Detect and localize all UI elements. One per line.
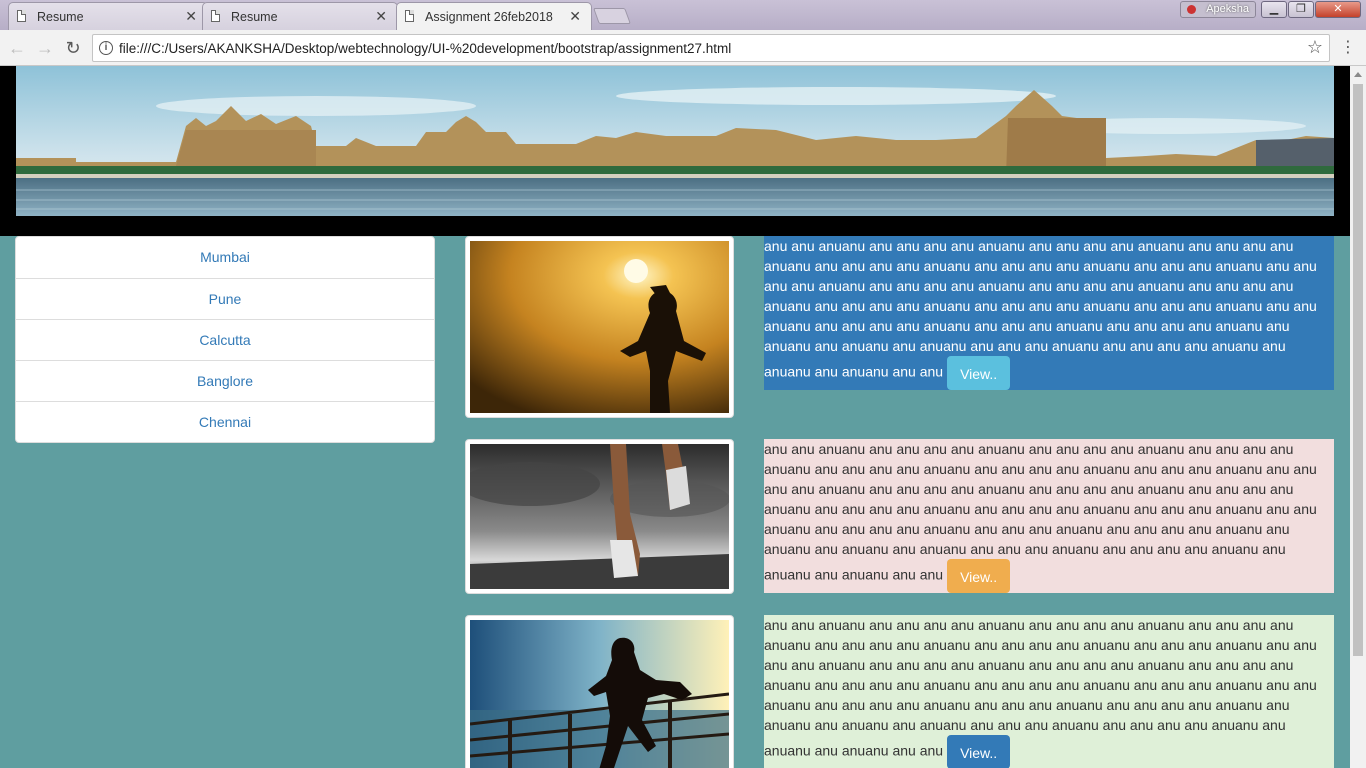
reload-icon[interactable]: ↻ (62, 37, 84, 59)
close-tab-icon[interactable]: ✕ (569, 8, 581, 25)
new-tab-button[interactable] (593, 8, 631, 24)
view-button-3[interactable]: View.. (947, 735, 1011, 768)
list-item-pune[interactable]: Pune (16, 278, 434, 319)
back-arrow-icon[interactable]: ← (6, 37, 28, 59)
menu-dots-icon[interactable]: ⋮ (1340, 38, 1356, 58)
tab-assignment[interactable]: Assignment 26feb2018 ✕ (396, 2, 592, 30)
tab-title: Resume (37, 9, 84, 24)
banner (0, 66, 1350, 236)
scroll-up-arrow-icon[interactable] (1354, 72, 1362, 77)
close-tab-icon[interactable]: ✕ (375, 8, 387, 25)
cityscape-banner-image (16, 66, 1334, 216)
tab-strip: Resume ✕ Resume ✕ Assignment 26feb2018 ✕… (0, 0, 1366, 30)
list-item-calcutta[interactable]: Calcutta (16, 319, 434, 360)
thumbnail-1[interactable] (465, 236, 734, 418)
list-item-mumbai[interactable]: Mumbai (16, 237, 434, 278)
city-list: Mumbai Pune Calcutta Banglore Chennai (15, 236, 435, 443)
runner-feet-road-image (470, 444, 729, 589)
media-text-1: anu anu anuanu anu anu anu anu anuanu an… (764, 236, 1334, 390)
woman-running-sunset-image (470, 241, 729, 413)
address-bar[interactable]: i file:///C:/Users/AKANKSHA/Desktop/webt… (92, 34, 1330, 62)
document-icon (405, 10, 414, 22)
bookmark-star-icon[interactable]: ☆ (1307, 37, 1323, 58)
info-icon[interactable]: i (99, 41, 113, 55)
media-text-body: anu anu anuanu anu anu anu anu anuanu an… (764, 617, 1317, 759)
tab-title: Resume (231, 9, 278, 24)
document-icon (211, 10, 220, 22)
thumbnail-3[interactable] (465, 615, 734, 768)
tab-title: Assignment 26feb2018 (425, 9, 553, 24)
view-button-1[interactable]: View.. (947, 356, 1011, 390)
close-tab-icon[interactable]: ✕ (185, 8, 197, 25)
list-item-banglore[interactable]: Banglore (16, 360, 434, 401)
browser-toolbar: ← → ↻ i file:///C:/Users/AKANKSHA/Deskto… (0, 30, 1366, 66)
woman-running-pier-image (470, 620, 729, 768)
maximize-button[interactable]: ❐ (1288, 1, 1314, 18)
page-viewport: Mumbai Pune Calcutta Banglore Chennai anu an… (0, 66, 1350, 768)
document-icon (17, 10, 26, 22)
close-window-button[interactable]: ✕ (1315, 1, 1361, 18)
tab-resume-1[interactable]: Resume ✕ (8, 2, 208, 30)
tab-resume-2[interactable]: Resume ✕ (202, 2, 398, 30)
minimize-button[interactable]: ▁ (1261, 1, 1287, 18)
media-text-3: anu anu anuanu anu anu anu anu anuanu an… (764, 615, 1334, 768)
media-text-body: anu anu anuanu anu anu anu anu anuanu an… (764, 441, 1317, 583)
thumbnail-2[interactable] (465, 439, 734, 594)
vertical-scrollbar[interactable] (1350, 66, 1366, 768)
media-text-body: anu anu anuanu anu anu anu anu anuanu an… (764, 238, 1317, 380)
forward-arrow-icon[interactable]: → (34, 37, 56, 59)
list-item-chennai[interactable]: Chennai (16, 401, 434, 442)
url-text[interactable]: file:///C:/Users/AKANKSHA/Desktop/webtec… (119, 41, 731, 56)
scrollbar-thumb[interactable] (1353, 84, 1363, 656)
media-text-2: anu anu anuanu anu anu anu anu anuanu an… (764, 439, 1334, 593)
view-button-2[interactable]: View.. (947, 559, 1011, 593)
profile-button[interactable]: Apeksha (1180, 1, 1256, 18)
